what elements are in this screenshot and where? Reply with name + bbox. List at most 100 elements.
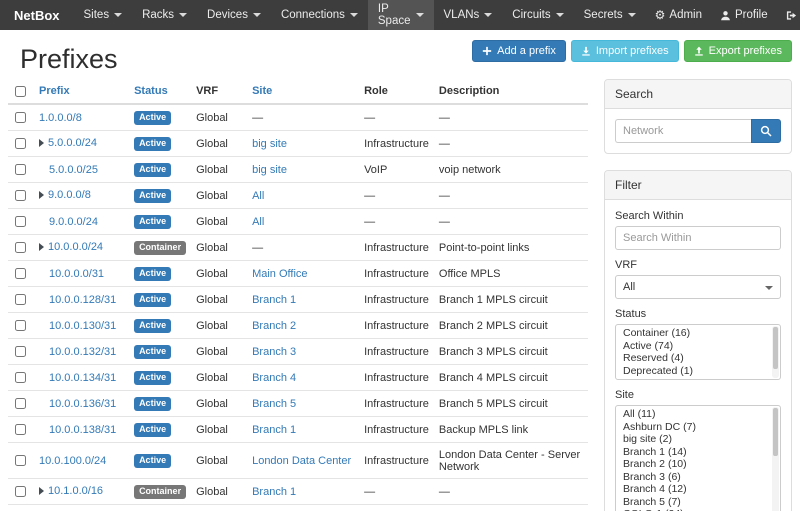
search-input[interactable] xyxy=(615,119,751,143)
site-link[interactable]: Main Office xyxy=(252,268,307,280)
filter-option[interactable]: Branch 1 (14) xyxy=(616,446,780,459)
row-checkbox[interactable] xyxy=(15,216,26,227)
prefix-link[interactable]: 10.0.0.130/31 xyxy=(49,320,116,332)
row-checkbox[interactable] xyxy=(15,320,26,331)
row-checkbox[interactable] xyxy=(15,486,26,497)
site-link[interactable]: London Data Center xyxy=(252,455,351,467)
row-checkbox-cell xyxy=(8,417,34,443)
filter-multiselect-status[interactable]: Container (16)Active (74)Reserved (4)Dep… xyxy=(615,324,781,380)
col-header-site[interactable]: Site xyxy=(247,79,359,104)
row-checkbox[interactable] xyxy=(15,190,26,201)
import-icon xyxy=(581,46,591,56)
nav-item-ip-space[interactable]: IP Space xyxy=(368,0,434,30)
status-cell: Active xyxy=(129,131,191,157)
filter-option[interactable]: Active (74) xyxy=(616,340,780,353)
filter-option[interactable]: Container (16) xyxy=(616,327,780,340)
filter-option[interactable]: Reserved (4) xyxy=(616,352,780,365)
site-link[interactable]: Branch 4 xyxy=(252,372,296,384)
prefix-link[interactable]: 5.0.0.0/25 xyxy=(49,164,98,176)
prefix-link[interactable]: 10.0.0.132/31 xyxy=(49,346,116,358)
prefix-link[interactable]: 10.0.0.0/31 xyxy=(49,268,104,280)
prefix-link[interactable]: 10.0.100.0/24 xyxy=(39,455,106,467)
brand[interactable]: NetBox xyxy=(0,0,74,30)
status-cell: Active xyxy=(129,313,191,339)
row-checkbox[interactable] xyxy=(15,268,26,279)
filter-select-vrf[interactable]: All xyxy=(615,275,781,299)
vrf-cell: Global xyxy=(191,287,247,313)
filter-multiselect-site[interactable]: All (11)Ashburn DC (7)big site (2)Branch… xyxy=(615,405,781,511)
filter-option[interactable]: All (11) xyxy=(616,408,780,421)
row-checkbox[interactable] xyxy=(15,455,26,466)
select-all-checkbox[interactable] xyxy=(15,86,26,97)
scrollbar-thumb[interactable] xyxy=(773,327,778,369)
row-checkbox[interactable] xyxy=(15,346,26,357)
row-checkbox[interactable] xyxy=(15,294,26,305)
prefix-link[interactable]: 1.0.0.0/8 xyxy=(39,112,82,124)
search-button[interactable] xyxy=(751,119,781,143)
filter-option[interactable]: Branch 2 (10) xyxy=(616,458,780,471)
site-link[interactable]: Branch 3 xyxy=(252,346,296,358)
export-prefixes-button[interactable]: Export prefixes xyxy=(684,40,792,62)
filter-option[interactable]: Branch 4 (12) xyxy=(616,483,780,496)
nav-item-circuits[interactable]: Circuits xyxy=(502,0,573,30)
site-link[interactable]: All xyxy=(252,216,264,228)
description-cell: Office MPLS xyxy=(434,261,588,287)
filter-option[interactable]: Ashburn DC (7) xyxy=(616,421,780,434)
add-a-prefix-button[interactable]: Add a prefix xyxy=(472,40,566,62)
logout-icon xyxy=(786,10,797,21)
site-link[interactable]: Branch 2 xyxy=(252,320,296,332)
prefix-link[interactable]: 9.0.0.0/8 xyxy=(48,189,91,201)
status-badge: Active xyxy=(134,319,171,333)
description-cell: — xyxy=(434,209,588,235)
import-prefixes-button[interactable]: Import prefixes xyxy=(571,40,679,62)
nav-item-devices[interactable]: Devices xyxy=(197,0,271,30)
nav-item-vlans[interactable]: VLANs xyxy=(434,0,503,30)
site-link[interactable]: Branch 1 xyxy=(252,294,296,306)
nav-item-secrets[interactable]: Secrets xyxy=(574,0,646,30)
row-checkbox[interactable] xyxy=(15,242,26,253)
status-cell: Active xyxy=(129,417,191,443)
col-header-status[interactable]: Status xyxy=(129,79,191,104)
prefix-link[interactable]: 10.0.0.138/31 xyxy=(49,424,116,436)
scrollbar[interactable] xyxy=(772,407,779,511)
prefix-link[interactable]: 10.0.0.136/31 xyxy=(49,398,116,410)
prefix-link[interactable]: 10.0.0.128/31 xyxy=(49,294,116,306)
prefix-link[interactable]: 10.0.0.134/31 xyxy=(49,372,116,384)
nav-item-log-out[interactable]: Log out xyxy=(777,0,800,30)
scrollbar-thumb[interactable] xyxy=(773,408,778,456)
prefix-link[interactable]: 10.1.0.0/16 xyxy=(48,485,103,497)
prefix-link[interactable]: 9.0.0.0/24 xyxy=(49,216,98,228)
prefix-row: 10.0.0.132/31ActiveGlobalBranch 3Infrast… xyxy=(8,339,588,365)
nav-item-sites[interactable]: Sites xyxy=(74,0,133,30)
nav-item-racks[interactable]: Racks xyxy=(132,0,197,30)
row-checkbox[interactable] xyxy=(15,372,26,383)
row-checkbox[interactable] xyxy=(15,424,26,435)
site-link[interactable]: big site xyxy=(252,164,287,176)
col-header-prefix[interactable]: Prefix xyxy=(34,79,129,104)
prefix-link[interactable]: 10.0.0.0/24 xyxy=(48,241,103,253)
row-checkbox[interactable] xyxy=(15,112,26,123)
site-cell: Branch 5 xyxy=(247,391,359,417)
filter-option[interactable]: Deprecated (1) xyxy=(616,365,780,378)
filter-option[interactable]: big site (2) xyxy=(616,433,780,446)
site-link[interactable]: Branch 1 xyxy=(252,424,296,436)
row-checkbox[interactable] xyxy=(15,398,26,409)
site-link[interactable]: Branch 5 xyxy=(252,398,296,410)
site-link[interactable]: Branch 1 xyxy=(252,486,296,498)
nav-item-connections[interactable]: Connections xyxy=(271,0,368,30)
nav-item-label: Admin xyxy=(669,9,702,21)
filter-option[interactable]: Branch 3 (6) xyxy=(616,471,780,484)
scrollbar[interactable] xyxy=(772,326,779,378)
nav-item-profile[interactable]: Profile xyxy=(711,0,777,30)
site-link[interactable]: big site xyxy=(252,138,287,150)
filter-input-search-within[interactable] xyxy=(615,226,781,250)
filter-option[interactable]: Branch 5 (7) xyxy=(616,496,780,509)
prefix-link[interactable]: 5.0.0.0/24 xyxy=(48,137,97,149)
row-checkbox[interactable] xyxy=(15,138,26,149)
site-cell: Branch 1 xyxy=(247,417,359,443)
caret-down-icon xyxy=(179,13,187,17)
row-checkbox[interactable] xyxy=(15,164,26,175)
site-link[interactable]: All xyxy=(252,190,264,202)
nav-item-admin[interactable]: ⚙Admin xyxy=(646,0,711,30)
row-checkbox-cell xyxy=(8,287,34,313)
